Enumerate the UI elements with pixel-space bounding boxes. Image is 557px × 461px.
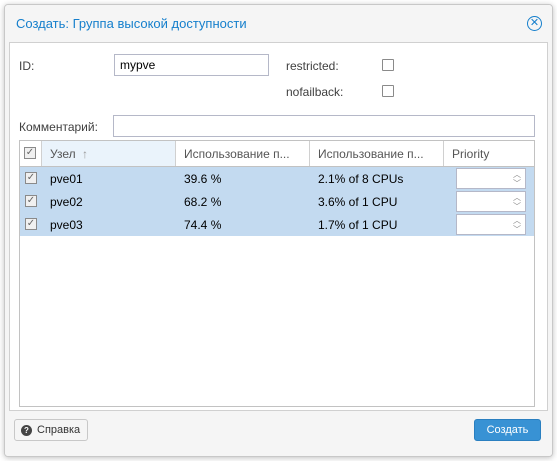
dialog-body: ID: mypve restricted: nofailback: Коммен…	[9, 42, 548, 411]
row-checkbox[interactable]: ✓	[25, 172, 37, 184]
memory-usage: 39.6 %	[184, 172, 222, 186]
restricted-label: restricted:	[286, 59, 339, 73]
memory-usage: 74.4 %	[184, 218, 222, 232]
spin-down-icon[interactable]: ﹀	[511, 225, 523, 234]
select-all-checkbox[interactable]: ✓	[20, 141, 42, 166]
spin-up-icon[interactable]: ︿	[511, 193, 523, 202]
table-row[interactable]: ✓ pve02 68.2 % 3.6% of 1 CPU ︿ ﹀	[20, 190, 534, 213]
memory-usage: 68.2 %	[184, 195, 222, 209]
cpu-usage: 2.1% of 8 CPUs	[318, 172, 404, 186]
create-ha-group-dialog: Создать: Группа высокой доступности ✕ ID…	[4, 4, 553, 457]
table-row[interactable]: ✓ pve03 74.4 % 1.7% of 1 CPU ︿ ﹀	[20, 213, 534, 236]
table-row[interactable]: ✓ pve01 39.6 % 2.1% of 8 CPUs ︿ ﹀	[20, 167, 534, 190]
nodes-grid: ✓ Узел ↑ Использование п... Использовани…	[19, 140, 535, 407]
column-header-memory[interactable]: Использование п...	[176, 141, 310, 166]
spin-down-icon[interactable]: ﹀	[511, 202, 523, 211]
node-name: pve02	[50, 195, 83, 209]
cpu-usage: 3.6% of 1 CPU	[318, 195, 398, 209]
help-button[interactable]: ? Справка	[14, 419, 88, 441]
spin-up-icon[interactable]: ︿	[511, 216, 523, 225]
comment-input[interactable]	[113, 115, 535, 137]
id-label: ID:	[19, 59, 35, 73]
dialog-footer: ? Справка Создать	[5, 413, 552, 456]
help-button-label: Справка	[37, 424, 81, 436]
restricted-checkbox[interactable]	[382, 59, 394, 71]
id-input[interactable]: mypve	[114, 54, 269, 76]
sort-asc-icon: ↑	[81, 147, 88, 161]
create-button[interactable]: Создать	[474, 419, 541, 441]
cpu-usage: 1.7% of 1 CPU	[318, 218, 398, 232]
select-all-check-icon: ✓	[24, 147, 36, 159]
spin-down-icon[interactable]: ﹀	[511, 179, 523, 188]
nofailback-label: nofailback:	[286, 85, 344, 99]
column-header-cpu[interactable]: Использование п...	[310, 141, 444, 166]
priority-input[interactable]: ︿ ﹀	[456, 168, 526, 189]
dialog-titlebar: Создать: Группа высокой доступности ✕	[5, 5, 552, 42]
nofailback-checkbox[interactable]	[382, 85, 394, 97]
priority-input[interactable]: ︿ ﹀	[456, 191, 526, 212]
priority-input[interactable]: ︿ ﹀	[456, 214, 526, 235]
column-header-priority[interactable]: Priority	[444, 141, 534, 166]
help-icon: ?	[21, 425, 32, 436]
comment-label: Комментарий:	[19, 120, 98, 134]
column-node-label: Узел	[50, 147, 76, 161]
dialog-title: Создать: Группа высокой доступности	[16, 16, 247, 31]
row-checkbox[interactable]: ✓	[25, 218, 37, 230]
close-icon[interactable]: ✕	[527, 16, 542, 31]
spin-up-icon[interactable]: ︿	[511, 170, 523, 179]
node-name: pve03	[50, 218, 83, 232]
node-name: pve01	[50, 172, 83, 186]
row-checkbox[interactable]: ✓	[25, 195, 37, 207]
column-header-node[interactable]: Узел ↑	[42, 141, 176, 166]
grid-header: ✓ Узел ↑ Использование п... Использовани…	[20, 141, 534, 167]
